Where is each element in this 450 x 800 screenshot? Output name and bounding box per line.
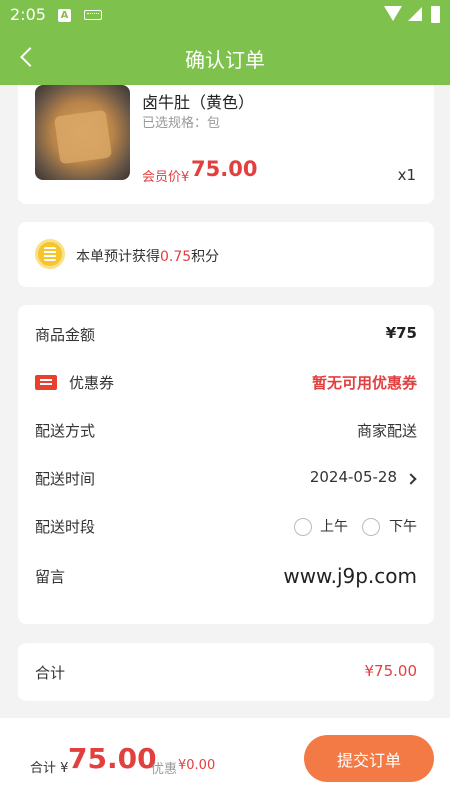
discount-value: ¥0.00 [178,758,216,773]
a-notification-icon: A [58,9,71,22]
coupon-row[interactable]: 优惠券 暂无可用优惠券 [35,367,417,397]
delivery-method-value: 商家配送 [356,422,417,440]
delivery-slot-label: 配送时段 [35,518,96,536]
points-value: 0.75 [160,249,192,265]
delivery-method-row: 配送方式 商家配送 [35,415,417,445]
product-quantity: x1 [397,166,416,184]
delivery-time-value[interactable]: 2024-05-28 [310,468,397,486]
sum-value: 75.00 [68,742,157,775]
checkout-bar: 合计 ¥ 75.00 优惠 ¥0.00 提交订单 [0,718,450,800]
status-time: 2:05 [10,5,46,24]
delivery-time-row[interactable]: 配送时间 2024-05-28 [35,463,417,493]
coupon-icon [35,375,57,390]
status-bar: 2:05 A [0,0,450,30]
wifi-icon [384,6,402,21]
coin-icon [35,239,65,269]
coupon-label: 优惠券 [69,374,115,392]
goods-amount-label: 商品金额 [35,326,96,344]
points-suffix: 积分 [191,249,220,265]
goods-amount-row: 商品金额 ¥75 [35,319,417,349]
points-card: 本单预计获得0.75积分 [18,222,434,287]
discount-label: 优惠 [151,762,178,777]
total-card: 合计 ¥75.00 [18,643,434,701]
slot-am-label[interactable]: 上午 [320,516,348,536]
product-spec: 已选规格：包 [142,116,221,131]
total-value: ¥75.00 [364,662,418,680]
chevron-right-icon[interactable] [405,473,417,485]
note-input[interactable] [117,561,417,591]
product-name: 卤牛肚（黄色） [142,93,255,112]
delivery-method-label: 配送方式 [35,422,96,440]
sum-label: 合计 ¥ [30,761,69,776]
goods-amount-value: ¥75 [385,324,417,342]
app-header: 确认订单 [0,30,450,85]
delivery-slot-row: 配送时段 上午 下午 [35,511,417,541]
slot-am-radio[interactable] [294,518,312,536]
product-card: 卤牛肚（黄色） 已选规格：包 会员价¥ 75.00 x1 [18,85,434,204]
product-image[interactable] [35,85,130,180]
points-text: 本单预计获得0.75积分 [76,246,219,266]
battery-icon [431,6,440,23]
signal-icon [408,7,422,21]
member-price-label: 会员价¥ [142,170,190,185]
delivery-time-label: 配送时间 [35,470,96,488]
points-prefix: 本单预计获得 [76,249,160,265]
slot-pm-label[interactable]: 下午 [389,516,417,536]
slot-pm-radio[interactable] [362,518,380,536]
product-price: 75.00 [191,157,258,181]
page-title: 确认订单 [185,48,265,72]
coupon-value[interactable]: 暂无可用优惠券 [312,372,417,393]
total-label: 合计 [35,664,66,682]
submit-order-button[interactable]: 提交订单 [304,735,434,782]
order-details-card: 商品金额 ¥75 优惠券 暂无可用优惠券 配送方式 商家配送 配送时间 2024… [18,305,434,624]
note-row: 留言 [35,561,417,591]
keyboard-icon [84,10,102,20]
note-label: 留言 [35,568,66,586]
